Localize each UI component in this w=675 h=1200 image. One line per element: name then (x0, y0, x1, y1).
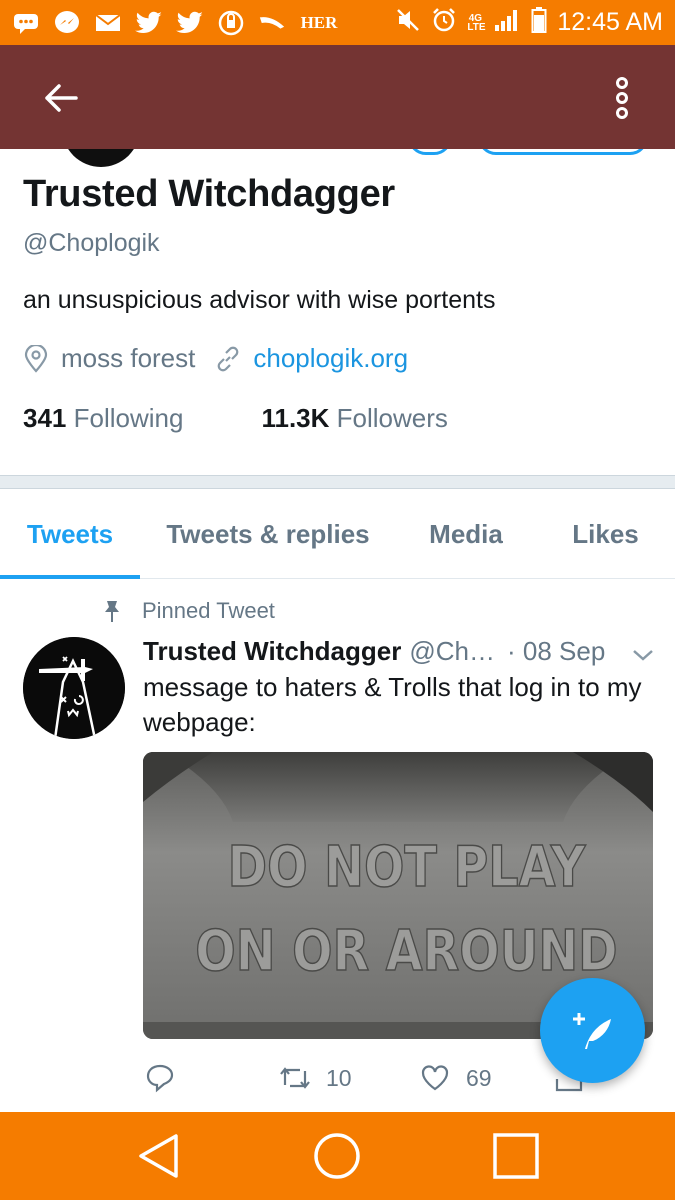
following-number: 341 (23, 403, 67, 433)
followers-number: 11.3K (261, 403, 330, 433)
active-tab-indicator (0, 575, 140, 579)
twitter-icon (135, 11, 163, 35)
signal-strength-icon (493, 8, 521, 37)
media-text-line1: DO NOT PLAY (228, 835, 587, 900)
followers-label: Followers (336, 403, 448, 433)
compose-tweet-button[interactable] (540, 978, 645, 1083)
tweet-author-name[interactable]: Trusted Witchdagger (143, 636, 401, 667)
tab-tweets[interactable]: Tweets (0, 489, 140, 579)
followers-count[interactable]: 11.3K Followers (261, 403, 447, 434)
tweet-menu-button[interactable] (628, 640, 658, 670)
section-divider (0, 475, 675, 489)
profile-website-link[interactable]: choplogik.org (253, 343, 408, 374)
more-options-button[interactable] (600, 75, 644, 121)
notification-icons: HER (12, 10, 339, 35)
media-text-line2: ON OR AROUND (195, 919, 617, 984)
following-label: Following (73, 403, 184, 433)
messenger-icon (53, 10, 81, 35)
pin-icon (100, 598, 124, 624)
profile-meta: moss forest choplogik.org (23, 343, 408, 374)
vpn-icon (217, 10, 245, 35)
nav-recents-button[interactable] (488, 1130, 544, 1182)
nav-back-button[interactable] (130, 1130, 186, 1182)
profile-handle: @Choplogik (23, 229, 160, 257)
status-bar: HER 4G LTE 12:45 AM (0, 0, 675, 45)
nav-home-button[interactable] (309, 1130, 365, 1182)
tab-likes[interactable]: Likes (536, 489, 675, 579)
compose-feather-icon (572, 1012, 611, 1049)
signal-wave-icon (258, 11, 286, 35)
tweet-header: Trusted Witchdagger @Ch… · 08 Sep (143, 634, 663, 668)
alarm-icon (431, 7, 457, 38)
square-recents-icon (493, 1133, 539, 1179)
tweet-author-handle[interactable]: @Ch… (409, 636, 495, 667)
like-count: 69 (466, 1064, 492, 1091)
arrow-left-icon (45, 84, 78, 112)
witch-dagger-avatar-image (23, 637, 125, 739)
chevron-down-icon (633, 650, 653, 661)
battery-icon (531, 6, 547, 39)
tab-tweets-replies[interactable]: Tweets & replies (140, 489, 396, 579)
notifications-button[interactable] (408, 149, 452, 155)
follow-button[interactable] (478, 149, 648, 155)
heart-icon (421, 1065, 449, 1091)
profile-location: moss forest (61, 343, 196, 373)
navigation-bar (0, 1112, 675, 1200)
mute-icon (395, 7, 421, 38)
tweet-date[interactable]: · 08 Sep (507, 636, 605, 667)
following-count[interactable]: 341 Following (23, 403, 183, 434)
like-button[interactable]: 69 (420, 1058, 492, 1098)
profile-header: Trusted Witchdagger @Choplogik an unsusp… (0, 149, 675, 475)
reply-icon (146, 1064, 174, 1093)
retweet-count: 10 (326, 1064, 352, 1091)
location-pin-icon (23, 344, 49, 373)
tab-media[interactable]: Media (396, 489, 536, 579)
twitter-icon (176, 11, 204, 35)
link-icon (215, 346, 241, 372)
tweet-text: message to haters & Trolls that log in t… (143, 672, 642, 737)
retweet-icon (280, 1067, 310, 1089)
profile-avatar[interactable] (62, 149, 140, 167)
mail-icon (94, 11, 122, 35)
tweet-avatar[interactable] (23, 637, 125, 739)
her-app-icon: HER (300, 12, 338, 32)
profile-display-name: Trusted Witchdagger (23, 173, 395, 215)
back-button[interactable] (38, 75, 84, 121)
pinned-label: Pinned Tweet (142, 598, 275, 623)
chat-bubble-icon (12, 11, 40, 35)
profile-tabs: Tweets Tweets & replies Media Likes (0, 489, 675, 579)
app-bar (0, 45, 675, 149)
network-type-icon: 4G LTE (467, 12, 486, 33)
circle-home-icon (314, 1133, 360, 1179)
pinned-indicator: Pinned Tweet (100, 598, 275, 624)
reply-button[interactable] (145, 1058, 175, 1098)
clock: 12:45 AM (557, 8, 663, 36)
retweet-button[interactable]: 10 (278, 1058, 352, 1098)
profile-counts: 341 Following 11.3K Followers (23, 403, 448, 434)
triangle-back-icon (139, 1134, 178, 1178)
more-vertical-icon (616, 77, 628, 119)
profile-bio: an unsuspicious advisor with wise porten… (23, 286, 496, 314)
